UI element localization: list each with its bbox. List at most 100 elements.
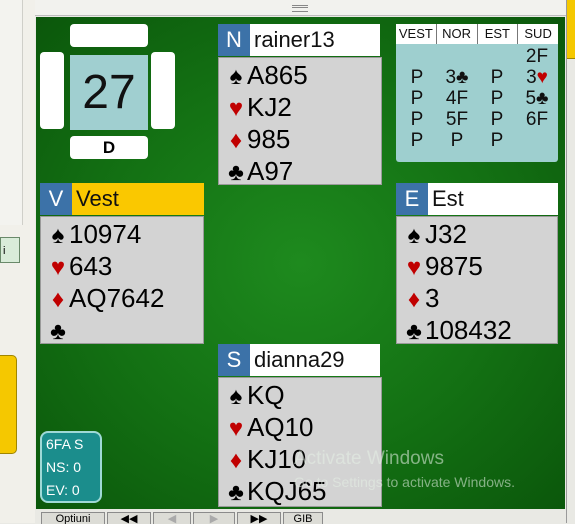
west-diamonds[interactable]: ♦ AQ7642 (47, 282, 165, 314)
east-clubs[interactable]: ♣ 108432 (403, 314, 512, 346)
club-icon: ♣ (228, 159, 244, 186)
bid-cell: P (410, 109, 424, 130)
north-player-name: rainer13 (254, 27, 335, 52)
ew-score: EV: 0 (46, 482, 80, 498)
west-spades[interactable]: ♠ 10974 (47, 218, 142, 250)
east-clubs-cards: 108432 (425, 315, 512, 345)
contract-score-panel: 6FA S NS: 0 EV: 0 (40, 431, 102, 503)
gib-button[interactable]: GIB (283, 512, 323, 524)
north-hearts[interactable]: ♥ KJ2 (225, 91, 292, 123)
first-trick-button[interactable]: ◀◀ (107, 512, 151, 524)
right-sidebar (566, 0, 575, 523)
west-hand: ♠ 10974 ♥ 643 ♦ AQ7642 ♣ (40, 216, 204, 346)
left-sidebar: i (0, 0, 35, 523)
diamond-icon: ♦ (407, 286, 421, 313)
east-spades-cards: J32 (425, 219, 467, 249)
north-diamonds-cards: 985 (247, 124, 291, 154)
north-spades-cards: A865 (247, 60, 308, 90)
spade-icon: ♠ (407, 222, 421, 249)
top-resize-bar[interactable] (35, 0, 566, 16)
west-hearts-cards: 643 (69, 251, 113, 281)
bid-cell: P (490, 67, 504, 88)
bid-cell: 5♣ (525, 88, 549, 109)
west-clubs[interactable]: ♣ (47, 314, 69, 346)
activate-windows-watermark: Activate Windows (294, 448, 444, 469)
bidding-header: VEST NOR EST SUD (396, 24, 558, 44)
east-player-tag: E Est (396, 183, 558, 215)
bid-cell: P (490, 88, 504, 109)
north-vulnerability-bar (70, 24, 148, 47)
east-diamonds[interactable]: ♦ 3 (403, 282, 440, 314)
left-yellow-tab[interactable] (0, 355, 17, 454)
club-icon: ♣ (228, 479, 244, 506)
north-clubs-cards: A97 (247, 156, 294, 186)
east-hearts[interactable]: ♥ 9875 (403, 250, 483, 282)
activate-windows-subtext: Go to Settings to activate Windows. (294, 474, 515, 490)
east-hand: ♠ J32 ♥ 9875 ♦ 3 ♣ 108432 (396, 216, 558, 346)
north-clubs[interactable]: ♣ A97 (225, 155, 293, 187)
dealer-indicator: D (70, 136, 148, 159)
heart-icon: ♥ (228, 95, 244, 122)
west-direction-badge: V (40, 183, 72, 215)
bid-cell: 3♥ (526, 67, 548, 88)
south-direction-badge: S (218, 344, 250, 376)
bid-cell: P (490, 109, 504, 130)
left-info-button[interactable]: i (0, 237, 20, 263)
spade-icon: ♠ (51, 222, 65, 249)
west-player-name: Vest (76, 186, 119, 211)
east-hearts-cards: 9875 (425, 251, 483, 281)
options-button[interactable]: Optiuni (41, 512, 105, 524)
spade-icon: ♠ (229, 63, 243, 90)
west-hearts[interactable]: ♥ 643 (47, 250, 113, 282)
club-icon: ♣ (50, 318, 66, 345)
heart-icon: ♥ (406, 254, 422, 281)
bid-cell: P (410, 88, 424, 109)
contract-label: 6FA S (46, 436, 84, 452)
bid-cell: P (410, 67, 424, 88)
bid-cell: 5F (445, 109, 469, 130)
east-direction-badge: E (396, 183, 428, 215)
east-vulnerability-bar (151, 52, 175, 129)
bottom-toolbar: Optiuni ◀◀ ◀ ▶ ▶▶ GIB (35, 510, 566, 524)
north-hand: ♠ A865 ♥ KJ2 ♦ 985 ♣ A97 (218, 57, 382, 187)
bid-header-east: EST (478, 24, 519, 44)
south-hearts[interactable]: ♥ AQ10 (225, 411, 314, 443)
last-trick-button[interactable]: ▶▶ (237, 512, 281, 524)
north-diamonds[interactable]: ♦ 985 (225, 123, 291, 155)
bridge-table: 27 D N rainer13 ♠ A865 ♥ KJ2 ♦ 985 ♣ A97 VES… (36, 17, 565, 509)
south-spades-cards: KQ (247, 380, 285, 410)
bid-cell: P (450, 130, 464, 151)
bidding-history: VEST NOR EST SUD 2F P 3♣ P 3♥ P 4F P 5♣ … (396, 24, 558, 162)
east-player-name: Est (432, 186, 464, 211)
south-player-name: dianna29 (254, 347, 345, 372)
north-direction-badge: N (218, 24, 250, 56)
bid-header-west: VEST (396, 24, 437, 44)
north-hearts-cards: KJ2 (247, 92, 292, 122)
bid-cell: 6F (525, 109, 549, 130)
west-vulnerability-bar (40, 52, 64, 129)
north-spades[interactable]: ♠ A865 (225, 59, 308, 91)
diamond-icon: ♦ (51, 286, 65, 313)
heart-icon: ♥ (228, 415, 244, 442)
north-player-tag: N rainer13 (218, 24, 380, 56)
club-icon: ♣ (406, 318, 422, 345)
west-spades-cards: 10974 (69, 219, 142, 249)
bid-header-south: SUD (524, 26, 552, 41)
board-number: 27 (70, 55, 148, 130)
next-trick-button[interactable]: ▶ (193, 512, 235, 524)
heart-icon: ♥ (50, 254, 66, 281)
south-player-tag: S dianna29 (218, 344, 380, 376)
right-yellow-tab[interactable] (567, 0, 575, 59)
east-spades[interactable]: ♠ J32 (403, 218, 467, 250)
bid-header-north: NOR (437, 24, 478, 44)
bid-cell: P (410, 130, 424, 151)
east-diamonds-cards: 3 (425, 283, 440, 313)
south-spades[interactable]: ♠ KQ (225, 379, 285, 411)
prev-trick-button[interactable]: ◀ (153, 512, 191, 524)
bid-cell: P (490, 130, 504, 151)
diamond-icon: ♦ (229, 447, 243, 474)
drag-handle-icon[interactable] (292, 5, 308, 12)
bid-cell: 3♣ (445, 67, 469, 88)
bid-cell: 2F (525, 46, 549, 67)
spade-icon: ♠ (229, 383, 243, 410)
